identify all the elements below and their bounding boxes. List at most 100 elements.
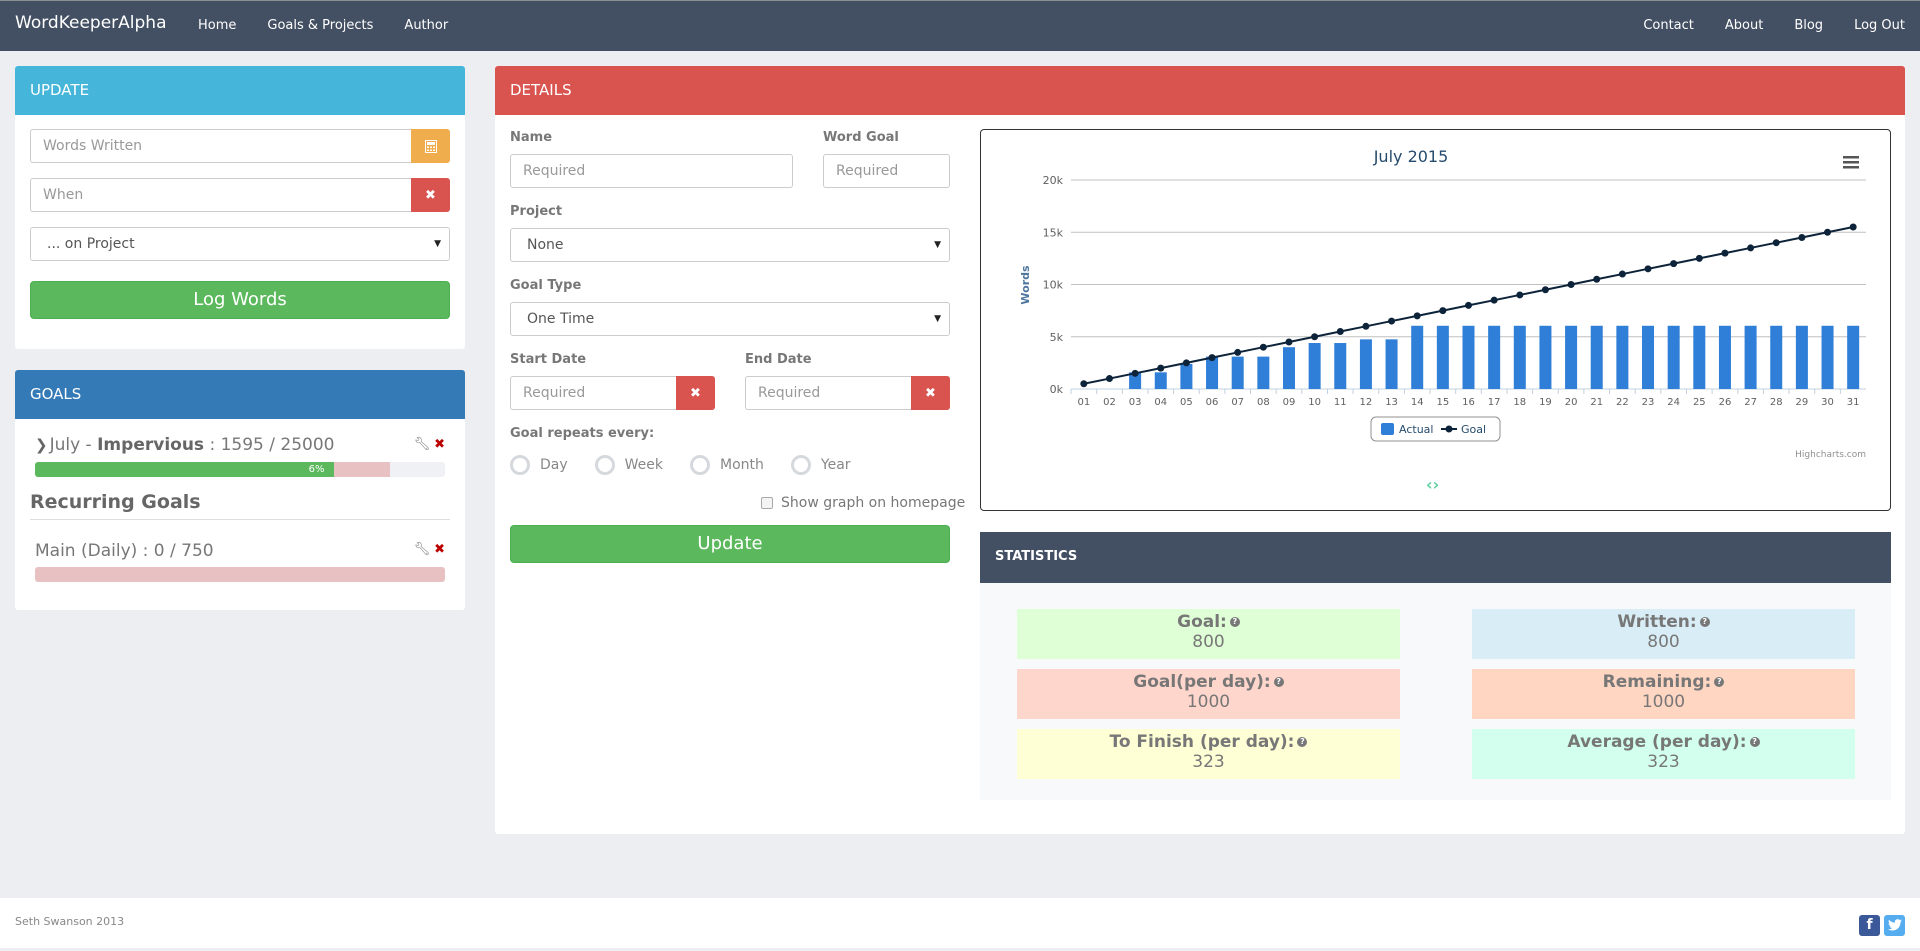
actual-bar[interactable]: [1180, 363, 1193, 389]
brand-logo[interactable]: WordKeeperAlpha: [15, 13, 167, 33]
nav-logout[interactable]: Log Out: [1854, 18, 1905, 33]
chart-credits[interactable]: Highcharts.com: [1795, 450, 1866, 460]
actual-bar[interactable]: [1642, 325, 1655, 389]
goal-point[interactable]: [1721, 249, 1729, 257]
name-input[interactable]: Required: [510, 154, 793, 188]
actual-bar[interactable]: [1744, 325, 1757, 389]
actual-bar[interactable]: [1821, 325, 1834, 389]
goal-point[interactable]: [1157, 364, 1165, 372]
help-icon[interactable]: ?: [1749, 737, 1760, 747]
goal-point[interactable]: [1670, 260, 1678, 268]
actual-bar[interactable]: [1590, 325, 1603, 389]
actual-bar[interactable]: [1718, 325, 1731, 389]
goal-point[interactable]: [1413, 312, 1421, 320]
radio-day[interactable]: [510, 455, 530, 475]
actual-bar[interactable]: [1308, 343, 1321, 389]
goal-point[interactable]: [1618, 270, 1626, 278]
actual-bar[interactable]: [1385, 339, 1398, 389]
actual-bar[interactable]: [1334, 343, 1347, 389]
wrench-icon[interactable]: 🔧︎: [414, 437, 431, 452]
goal-point[interactable]: [1516, 291, 1524, 299]
goal-point[interactable]: [1747, 244, 1755, 252]
legend-actual[interactable]: Actual: [1399, 423, 1433, 436]
nav-home[interactable]: Home: [198, 18, 236, 33]
help-icon[interactable]: ?: [1714, 677, 1725, 687]
actual-bar[interactable]: [1359, 339, 1372, 389]
actual-bar[interactable]: [1231, 356, 1244, 389]
project-select[interactable]: ... on Project ▼: [30, 227, 450, 261]
nav-contact[interactable]: Contact: [1643, 18, 1694, 33]
chart-pager[interactable]: ‹›: [1426, 475, 1439, 494]
goal-point[interactable]: [1311, 333, 1319, 341]
goal-point[interactable]: [1388, 317, 1396, 325]
nav-blog[interactable]: Blog: [1794, 18, 1823, 33]
goal-point[interactable]: [1080, 380, 1088, 388]
start-date-input[interactable]: Required: [510, 376, 676, 410]
goal-point[interactable]: [1182, 359, 1190, 367]
actual-bar[interactable]: [1616, 325, 1629, 389]
goal-point[interactable]: [1849, 223, 1857, 231]
nav-about[interactable]: About: [1725, 18, 1763, 33]
actual-bar[interactable]: [1282, 347, 1295, 389]
nav-goals-projects[interactable]: Goals & Projects: [267, 18, 373, 33]
goal-point[interactable]: [1824, 228, 1832, 236]
help-icon[interactable]: ?: [1699, 617, 1710, 627]
goal-point[interactable]: [1439, 307, 1447, 315]
actual-bar[interactable]: [1154, 372, 1167, 389]
delete-icon[interactable]: ✖: [434, 542, 445, 557]
goal-item-title[interactable]: ❯ July - Impervious : 1595 / 25000: [35, 435, 334, 455]
end-date-input[interactable]: Required: [745, 376, 911, 410]
chevron-right-icon[interactable]: ›: [1433, 475, 1440, 494]
actual-bar[interactable]: [1693, 325, 1706, 389]
radio-week[interactable]: [594, 455, 615, 475]
goal-point[interactable]: [1465, 301, 1472, 309]
actual-bar[interactable]: [1847, 325, 1860, 389]
goal-point[interactable]: [1798, 233, 1806, 241]
goal-point[interactable]: [1490, 296, 1498, 304]
delete-icon[interactable]: ✖: [434, 437, 445, 452]
calculator-button[interactable]: [411, 129, 450, 163]
actual-bar[interactable]: [1206, 356, 1219, 389]
radio-year[interactable]: [790, 455, 811, 475]
goal-point[interactable]: [1593, 275, 1601, 283]
update-button[interactable]: Update: [510, 525, 950, 563]
words-written-input[interactable]: Words Written: [30, 129, 411, 163]
actual-bar[interactable]: [1539, 325, 1552, 389]
goal-point[interactable]: [1362, 322, 1370, 330]
repeat-year[interactable]: Year: [790, 455, 851, 475]
wrench-icon[interactable]: 🔧︎: [414, 542, 431, 557]
goal-point[interactable]: [1131, 369, 1139, 377]
goal-point[interactable]: [1336, 328, 1344, 336]
goal-point[interactable]: [1208, 354, 1216, 362]
help-icon[interactable]: ?: [1273, 677, 1284, 687]
actual-bar[interactable]: [1565, 325, 1578, 389]
goal-type-select[interactable]: One Time ▼: [510, 302, 950, 336]
repeat-month[interactable]: Month: [690, 455, 764, 475]
actual-bar[interactable]: [1770, 325, 1783, 389]
goal-point[interactable]: [1695, 254, 1703, 262]
radio-month[interactable]: [690, 455, 711, 475]
clear-start-date-button[interactable]: ✖: [676, 376, 715, 410]
actual-bar[interactable]: [1462, 325, 1475, 389]
chevron-left-icon[interactable]: ‹: [1426, 475, 1433, 494]
nav-author[interactable]: Author: [404, 18, 448, 33]
goal-point[interactable]: [1541, 286, 1549, 294]
help-icon[interactable]: ?: [1297, 737, 1308, 747]
goal-point[interactable]: [1772, 239, 1780, 247]
help-icon[interactable]: ?: [1229, 617, 1240, 627]
repeat-day[interactable]: Day: [510, 455, 568, 475]
actual-bar[interactable]: [1488, 325, 1501, 389]
goal-point[interactable]: [1105, 375, 1113, 383]
actual-bar[interactable]: [1513, 325, 1526, 389]
goal-point[interactable]: [1259, 343, 1267, 351]
actual-bar[interactable]: [1436, 325, 1449, 389]
actual-bar[interactable]: [1411, 325, 1424, 389]
goal-point[interactable]: [1644, 265, 1652, 273]
goal-point[interactable]: [1567, 281, 1575, 288]
show-graph-checkbox[interactable]: [761, 497, 773, 509]
actual-bar[interactable]: [1795, 325, 1808, 389]
recurring-goal-title[interactable]: Main (Daily) : 0 / 750: [35, 541, 214, 561]
facebook-icon[interactable]: f: [1859, 915, 1880, 936]
menu-icon[interactable]: [1843, 156, 1859, 169]
twitter-icon[interactable]: [1884, 915, 1905, 936]
